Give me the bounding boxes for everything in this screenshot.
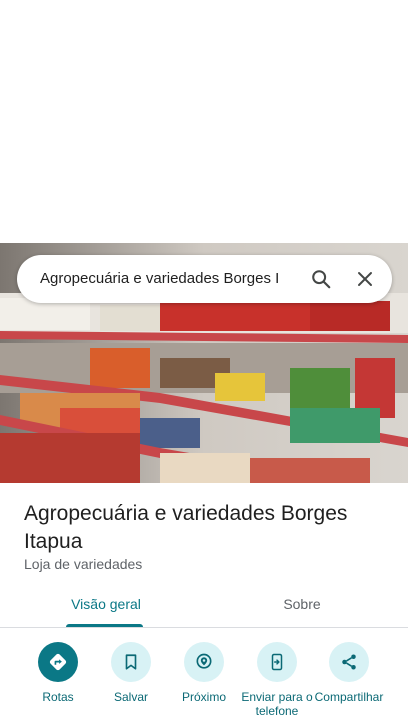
share-button-circle[interactable] [329, 642, 369, 682]
search-icon [312, 270, 331, 289]
tab-about[interactable]: Sobre [264, 582, 340, 628]
map-area-blank [0, 0, 408, 243]
send-to-phone-label: Enviar para o telefone [241, 690, 313, 718]
search-input[interactable]: Agropecuária e variedades Borges I [40, 255, 304, 303]
tab-overview[interactable]: Visão geral [60, 582, 152, 628]
nearby-label: Próximo [181, 690, 226, 704]
action-buttons: Rotas Salvar Próximo Enviar para o telef… [0, 640, 408, 726]
nearby-button-circle[interactable] [184, 642, 224, 682]
tab-bar: Visão geral Sobre [0, 582, 408, 628]
directions-button[interactable]: Rotas [18, 640, 98, 704]
save-button-circle[interactable] [111, 642, 151, 682]
share-button[interactable]: Compartilhar [309, 640, 389, 704]
directions-button-circle[interactable] [38, 642, 78, 682]
share-icon [342, 654, 356, 670]
directions-icon [49, 653, 67, 671]
directions-label: Rotas [42, 690, 74, 704]
search-button[interactable] [301, 259, 341, 299]
save-button[interactable]: Salvar [91, 640, 171, 704]
bookmark-icon [125, 654, 137, 670]
place-category[interactable]: Loja de variedades [24, 556, 142, 572]
tab-selected-indicator [66, 624, 143, 627]
close-icon [358, 272, 372, 286]
send-to-phone-icon [271, 653, 283, 671]
send-to-phone-button[interactable]: Enviar para o telefone [237, 640, 317, 718]
save-label: Salvar [113, 690, 148, 704]
search-bar[interactable]: Agropecuária e variedades Borges I [17, 255, 392, 303]
share-label: Compartilhar [314, 690, 384, 704]
clear-search-button[interactable] [345, 259, 385, 299]
nearby-icon [196, 653, 212, 669]
send-to-phone-button-circle[interactable] [257, 642, 297, 682]
nearby-button[interactable]: Próximo [164, 640, 244, 704]
place-title: Agropecuária e variedades Borges Itapua [24, 502, 348, 553]
